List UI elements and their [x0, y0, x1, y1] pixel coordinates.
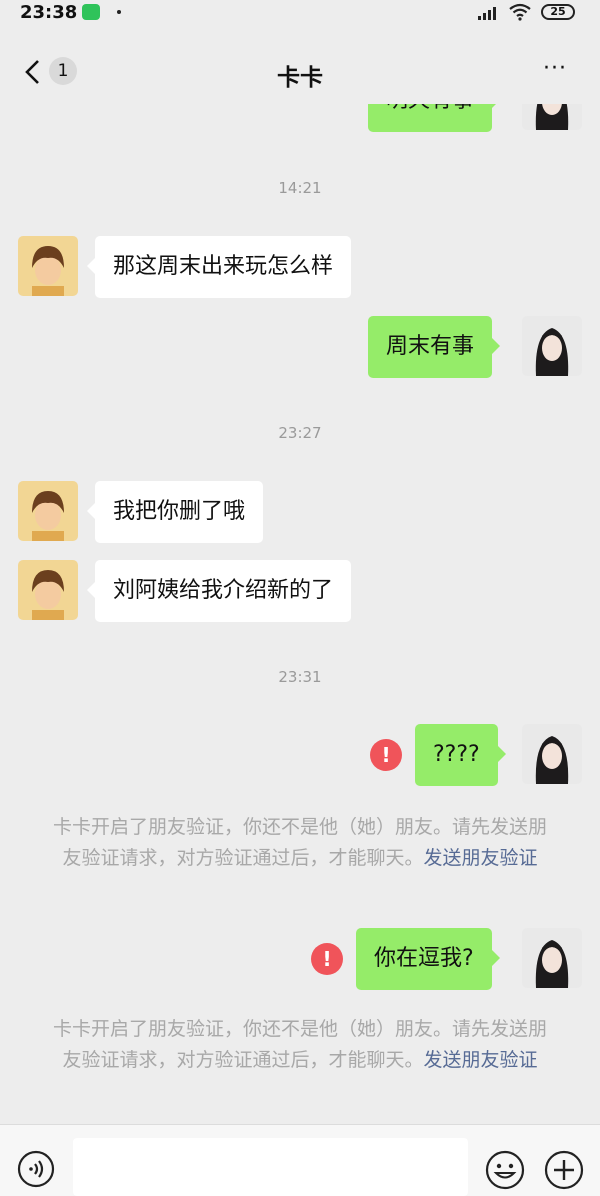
message-text: 那这周末出来玩怎么样 — [113, 254, 334, 279]
wifi-icon — [509, 3, 531, 21]
notification-dot-icon — [117, 10, 121, 14]
emoji-icon[interactable] — [485, 1150, 525, 1190]
chat-title: 卡卡 — [277, 65, 323, 91]
message-bubble-incoming[interactable]: 我把你删了哦 — [86, 481, 264, 543]
message-bubble-incoming[interactable]: 刘阿姨给我介绍新的了 — [86, 560, 352, 622]
message-bubble-outgoing[interactable]: 你在逗我? — [356, 928, 500, 990]
message-text: ???? — [433, 742, 480, 767]
message-input[interactable] — [73, 1138, 468, 1196]
contact-avatar[interactable] — [18, 236, 78, 296]
message-text: 明天有事 — [386, 104, 474, 113]
message-list[interactable]: 明天有事 14:21 那这周末出来玩怎么样 周末有事 23:27 我把你删了哦 … — [0, 104, 600, 1124]
message-bubble-outgoing[interactable]: 明天有事 — [368, 104, 501, 132]
my-avatar[interactable] — [522, 928, 582, 988]
send-failed-icon[interactable]: ! — [370, 739, 402, 771]
send-failed-icon[interactable]: ! — [311, 943, 343, 975]
more-options-icon[interactable]: ··· — [543, 58, 573, 80]
status-bar: 23:38 25 — [0, 0, 600, 26]
input-bar — [0, 1124, 600, 1196]
message-text: 周末有事 — [386, 334, 475, 359]
voice-input-icon[interactable] — [17, 1150, 55, 1188]
my-avatar[interactable] — [522, 104, 582, 130]
message-text: 你在逗我? — [374, 946, 474, 971]
message-bubble-outgoing[interactable]: 周末有事 — [368, 316, 501, 378]
my-avatar[interactable] — [522, 724, 582, 784]
battery-indicator: 25 — [541, 4, 575, 20]
contact-avatar[interactable] — [18, 481, 78, 541]
message-bubble-outgoing[interactable]: ???? — [415, 724, 506, 786]
status-time: 23:38 — [20, 2, 78, 23]
message-text: 刘阿姨给我介绍新的了 — [113, 578, 334, 603]
timestamp: 23:27 — [278, 424, 322, 442]
timestamp: 23:31 — [278, 668, 322, 686]
message-text: 我把你删了哦 — [113, 499, 246, 524]
contact-avatar[interactable] — [18, 560, 78, 620]
send-verification-link[interactable]: 发送朋友验证 — [424, 847, 538, 869]
more-functions-plus-icon[interactable] — [544, 1150, 584, 1190]
friend-verification-notice: 卡卡开启了朋友验证，你还不是他（她）朋友。请先发送朋友验证请求，对方验证通过后，… — [50, 812, 550, 874]
send-verification-link[interactable]: 发送朋友验证 — [424, 1049, 538, 1071]
timestamp: 14:21 — [278, 179, 322, 197]
message-bubble-incoming[interactable]: 那这周末出来玩怎么样 — [86, 236, 352, 298]
friend-verification-notice: 卡卡开启了朋友验证，你还不是他（她）朋友。请先发送朋友验证请求，对方验证通过后，… — [50, 1014, 550, 1076]
wechat-notification-icon — [82, 4, 100, 20]
my-avatar[interactable] — [522, 316, 582, 376]
signal-icon — [478, 7, 496, 20]
